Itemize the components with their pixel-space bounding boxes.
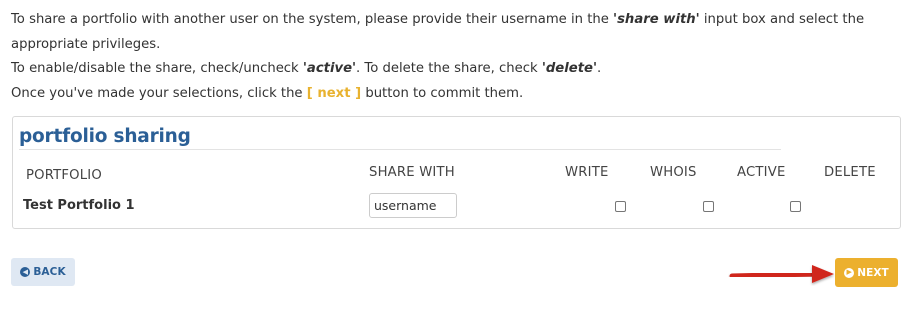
instruction-line-1: To share a portfolio with another user o… <box>11 12 865 52</box>
back-button[interactable]: ◀ BACK <box>11 258 75 286</box>
active-emphasis: 'active' <box>302 61 357 76</box>
column-header-delete: DELETE <box>824 165 876 180</box>
panel-divider <box>19 149 781 150</box>
portfolio-sharing-panel: portfolio sharing PORTFOLIO SHARE WITH W… <box>12 116 901 229</box>
circle-arrow-left-icon: ◀ <box>20 267 31 277</box>
write-checkbox[interactable] <box>615 201 626 212</box>
delete-emphasis: 'delete' <box>541 61 597 76</box>
share-with-input[interactable] <box>369 193 457 218</box>
circle-arrow-right-icon: ▶ <box>844 267 855 278</box>
instruction-line-2: To enable/disable the share, check/unche… <box>11 61 602 76</box>
whois-checkbox[interactable] <box>703 201 714 212</box>
instructions: To share a portfolio with another user o… <box>11 8 906 106</box>
column-header-portfolio: PORTFOLIO <box>26 168 102 183</box>
red-arrow-pointer-icon <box>729 265 834 283</box>
share-with-emphasis: 'share with' <box>613 12 700 27</box>
next-button-label: NEXT <box>857 266 889 279</box>
column-header-write: WRITE <box>565 165 609 180</box>
next-inline-label: [ next ] <box>306 85 362 101</box>
instruction-line-3: Once you've made your selections, click … <box>11 85 524 101</box>
active-checkbox[interactable] <box>790 201 801 212</box>
back-button-label: BACK <box>33 266 66 278</box>
column-header-active: ACTIVE <box>737 165 786 180</box>
next-button[interactable]: ▶ NEXT <box>835 258 898 287</box>
column-header-share-with: SHARE WITH <box>369 165 455 180</box>
panel-title: portfolio sharing <box>19 126 191 147</box>
column-header-whois: WHOIS <box>650 165 697 180</box>
portfolio-name: Test Portfolio 1 <box>23 198 135 213</box>
